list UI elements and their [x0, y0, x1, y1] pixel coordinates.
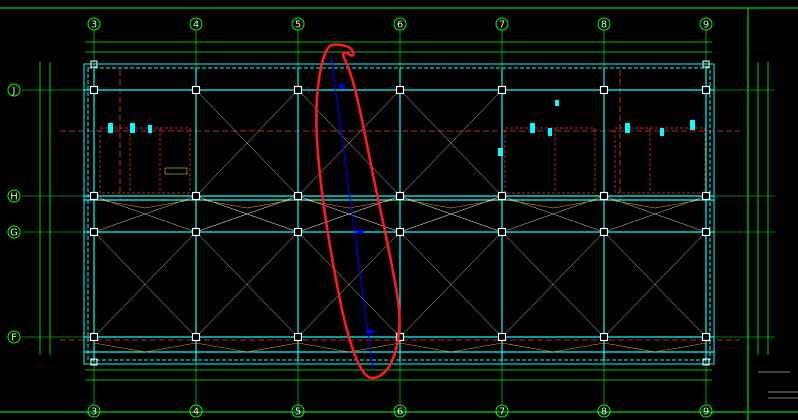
steel-column — [191, 227, 201, 237]
steel-column — [293, 85, 303, 95]
steel-column — [701, 332, 711, 342]
steel-column — [497, 85, 507, 95]
grid-bubble-label: 4 — [193, 20, 199, 31]
grid-bubble-label: 7 — [499, 20, 505, 31]
steel-column — [599, 191, 609, 201]
steel-column — [89, 332, 99, 342]
steel-column — [89, 191, 99, 201]
grid-bubble-label: 6 — [397, 407, 403, 418]
steel-column — [395, 191, 405, 201]
steel-column — [395, 227, 405, 237]
steel-column — [293, 227, 303, 237]
grid-bubble-label: 6 — [397, 20, 403, 31]
grid-bubble-label: 8 — [601, 407, 607, 418]
grid-bubble-label: 3 — [91, 407, 97, 418]
grid-bubble-label: 7 — [499, 407, 505, 418]
steel-column — [701, 85, 711, 95]
steel-column — [89, 227, 99, 237]
steel-column — [293, 332, 303, 342]
steel-column — [293, 191, 303, 201]
steel-column — [599, 332, 609, 342]
steel-column — [497, 191, 507, 201]
grid-bubble-label: 9 — [703, 407, 709, 418]
steel-column — [191, 85, 201, 95]
steel-column — [395, 85, 405, 95]
steel-column — [89, 85, 99, 95]
grid-bubble-label: J — [12, 86, 16, 97]
grid-bubble-label: 5 — [295, 407, 301, 418]
steel-column — [191, 332, 201, 342]
grid-bubble-label: 5 — [295, 20, 301, 31]
steel-column — [599, 85, 609, 95]
steel-column — [599, 227, 609, 237]
grid-bubble-label: 3 — [91, 20, 97, 31]
grid-bubble-label: F — [11, 333, 17, 344]
steel-column — [701, 191, 711, 201]
grid-bubble-label: 4 — [193, 407, 199, 418]
grid-bubble-label: 9 — [703, 20, 709, 31]
grid-bubble-label: 8 — [601, 20, 607, 31]
grid-bubble-label: H — [10, 192, 18, 203]
drawing-background — [0, 0, 798, 420]
cad-drawing-canvas[interactable]: 3 4 5 6 7 8 9 3 4 5 6 7 8 9 J H G F — [0, 0, 798, 420]
steel-column — [497, 332, 507, 342]
steel-column — [497, 227, 507, 237]
steel-column — [701, 227, 711, 237]
grid-bubble-label: G — [10, 228, 18, 239]
steel-column — [191, 191, 201, 201]
